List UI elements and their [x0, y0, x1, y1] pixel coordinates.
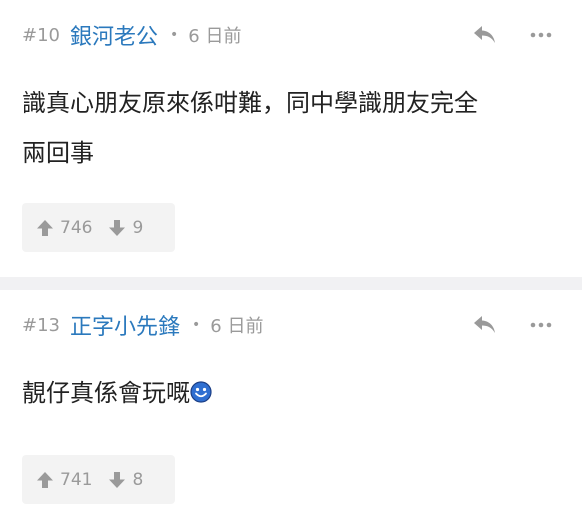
content-text: 靚仔真係會玩嘅	[22, 379, 190, 407]
reply-icon	[474, 316, 495, 333]
smiley-emoji-icon	[190, 381, 212, 403]
content-line: 識真心朋友原來係咁難，同中學識朋友完全	[22, 89, 478, 117]
comment-post: #13 正字小先鋒 • 6 日前 靚仔真係會玩嘅 741 8	[0, 290, 582, 530]
meta-separator: •	[170, 27, 179, 43]
upvote-count: 741	[60, 469, 93, 490]
downvote-count: 8	[132, 469, 144, 490]
post-actions	[472, 22, 554, 48]
reply-button[interactable]	[472, 312, 498, 338]
more-icon	[530, 322, 552, 328]
reply-icon	[474, 26, 495, 43]
vote-bar: 746 9	[22, 203, 175, 252]
vote-bar: 741 8	[22, 455, 175, 504]
reply-button[interactable]	[472, 22, 498, 48]
more-icon	[530, 32, 552, 38]
upvote-count: 746	[60, 217, 93, 238]
upvote-button[interactable]: 746	[36, 218, 92, 238]
more-options-button[interactable]	[528, 312, 554, 338]
username-link[interactable]: 正字小先鋒	[70, 309, 180, 341]
comment-content: 識真心朋友原來係咁難，同中學識朋友完全 兩回事	[22, 78, 560, 178]
arrow-down-icon	[109, 219, 126, 236]
content-line: 兩回事	[22, 139, 94, 167]
downvote-button[interactable]: 8	[108, 470, 143, 490]
username-link[interactable]: 銀河老公	[70, 19, 158, 51]
arrow-up-icon	[37, 471, 53, 488]
post-actions	[472, 312, 554, 338]
downvote-count: 9	[132, 217, 144, 238]
arrow-up-icon	[37, 219, 53, 236]
floor-number: #13	[22, 314, 60, 336]
post-time: 6 日前	[188, 26, 242, 47]
content-line: 靚仔真係會玩嘅	[22, 368, 560, 418]
arrow-down-icon	[109, 471, 126, 488]
meta-separator: •	[192, 317, 201, 333]
floor-number: #10	[22, 24, 60, 46]
more-options-button[interactable]	[528, 22, 554, 48]
comment-content: 靚仔真係會玩嘅	[22, 368, 560, 418]
downvote-button[interactable]: 9	[108, 218, 143, 238]
post-divider	[0, 277, 582, 290]
upvote-button[interactable]: 741	[36, 470, 92, 490]
post-time: 6 日前	[210, 316, 264, 337]
comment-post: #10 銀河老公 • 6 日前 識真心朋友原來係咁難，同中學識朋友完全 兩回事 …	[0, 0, 582, 277]
